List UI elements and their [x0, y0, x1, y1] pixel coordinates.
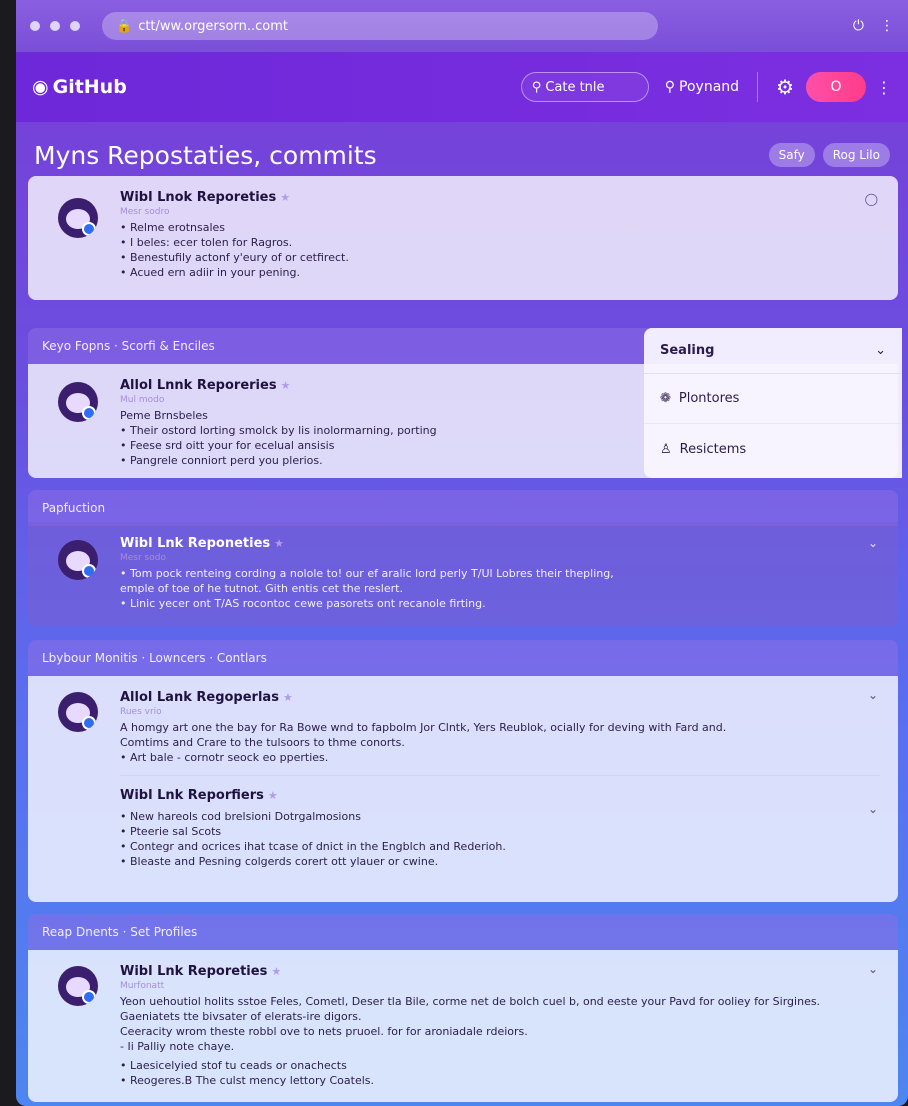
- search-icon: ⚲: [531, 79, 542, 95]
- avatar: [58, 966, 98, 1006]
- address-bar[interactable]: 🔒 ctt/ww.orgersorn..comt: [102, 12, 658, 40]
- avatar: [58, 540, 98, 580]
- minimize-dot[interactable]: [50, 21, 60, 31]
- clock-icon[interactable]: ◯: [865, 192, 878, 206]
- card-line: Ceeracity wrom theste robbl ove to nets …: [120, 1025, 528, 1038]
- extension-icon[interactable]: ⏻: [853, 18, 864, 34]
- pill-button-1[interactable]: Rog Lilo: [822, 143, 890, 167]
- page-title: Myns Repostaties, commits: [34, 140, 377, 170]
- card-line: • Benestufily actonf y'eury of or cetfir…: [120, 251, 349, 264]
- card-title[interactable]: Wibl Lnk Reponeties ★: [120, 536, 880, 551]
- card-subsection-title[interactable]: Wibl Lnk Reporfiers ★: [120, 788, 880, 803]
- lock-icon: 🔒: [116, 18, 133, 34]
- star-icon[interactable]: ★: [268, 789, 278, 802]
- dropdown-header[interactable]: Sealing ⌄: [644, 328, 902, 374]
- card-line: A homgy art one the bay for Ra Bowe wnd …: [120, 721, 727, 734]
- card-line: • Tom pock renteing cording a nolole to!…: [120, 567, 614, 580]
- avatar: [58, 382, 98, 422]
- maximize-dot[interactable]: [70, 21, 80, 31]
- header-search-link[interactable]: ⚲ Poynand: [665, 79, 739, 95]
- star-icon[interactable]: ★: [283, 691, 293, 704]
- card-subtitle: Rues vrio: [120, 707, 162, 717]
- dropdown-title: Sealing: [660, 343, 715, 358]
- gear-icon: ❁: [660, 391, 671, 406]
- card-line: • Reogeres.B The culst mency lettory Coa…: [120, 1074, 375, 1087]
- github-logo[interactable]: ◉ GitHub: [32, 76, 127, 98]
- browser-chrome: 🔒 ctt/ww.orgersorn..comt ⏻ ⋮: [16, 0, 908, 52]
- card-subtitle: Murfonatt: [120, 981, 165, 991]
- card-line: - Ii Palliy note chaye.: [120, 1040, 235, 1053]
- card-line: Comtims and Crare to the tulsoors to thm…: [120, 736, 405, 749]
- user-icon: ♙: [660, 441, 672, 457]
- chevron-down-icon[interactable]: ⌄: [868, 802, 878, 816]
- star-icon[interactable]: ★: [281, 379, 291, 392]
- repo-card-4[interactable]: ⌄ Allol Lank Regoperlas ★ Rues vrio A hom…: [28, 676, 898, 902]
- header-divider: [757, 72, 759, 102]
- logo-text: GitHub: [52, 76, 127, 98]
- card-title[interactable]: Allol Lank Regoperlas ★: [120, 690, 880, 705]
- search-input[interactable]: ⚲ Cate tnle: [520, 72, 649, 102]
- chevron-down-icon[interactable]: ⌄: [868, 536, 878, 550]
- card-line: Yeon uehoutiol holits sstoe Feles, Comet…: [120, 995, 821, 1008]
- chevron-down-icon[interactable]: ⌄: [875, 343, 886, 358]
- avatar: [58, 692, 98, 732]
- star-icon[interactable]: ★: [274, 537, 284, 550]
- card-line: • Contegr and ocrices ihat tcase of dnic…: [120, 840, 506, 853]
- section-header: Reap Dnents · Set Profiles: [28, 914, 898, 950]
- settings-dropdown: Sealing ⌄ ❁ Plontores ♙ Resictems: [644, 328, 902, 478]
- card-line: • I beles: ecer tolen for Ragros.: [120, 236, 293, 249]
- card-line: • Linic yecer ont T/AS rocontoc cewe pas…: [120, 597, 486, 610]
- dropdown-item-label: Resictems: [679, 441, 747, 457]
- card-line: • Pteerie sal Scots: [120, 825, 222, 838]
- dropdown-item-resictems[interactable]: ♙ Resictems: [644, 424, 902, 474]
- avatar: [58, 198, 98, 238]
- card-title[interactable]: Wibl Lnok Reporeties ★: [120, 190, 880, 205]
- repo-card-5[interactable]: ⌄ Wibl Lnk Reporeties ★ Murfonatt Yeon ue…: [28, 950, 898, 1102]
- card-subtitle: Mesr sodo: [120, 553, 166, 563]
- more-icon[interactable]: ⋮: [876, 78, 892, 97]
- address-text: ctt/ww.orgersorn..comt: [138, 18, 288, 34]
- gear-icon[interactable]: ⚙: [776, 75, 794, 99]
- card-subtitle: Mesr sodro: [120, 207, 170, 217]
- star-icon[interactable]: ★: [271, 965, 281, 978]
- section-header: Lbybour Monitis · Lowncers · Contlars: [28, 640, 898, 676]
- header-link-label: Poynand: [679, 79, 740, 95]
- card-line: • Bleaste and Pesning colgerds corert ot…: [120, 855, 439, 868]
- chevron-down-icon[interactable]: ⌄: [868, 688, 878, 702]
- dropdown-item-plontores[interactable]: ❁ Plontores: [644, 374, 902, 424]
- card-line: Gaeniatets tte bivsater of elerats-ire d…: [120, 1010, 362, 1023]
- search-placeholder: Cate tnle: [545, 79, 605, 95]
- card-line: • Relme erotnsales: [120, 221, 226, 234]
- close-dot[interactable]: [30, 21, 40, 31]
- card-line: • Acued ern adiir in your pening.: [120, 266, 300, 279]
- title-actions: Safy Rog Lilo: [761, 143, 890, 167]
- card-line: • Laesicelyied stof tu ceads or onachect…: [120, 1059, 347, 1072]
- menu-icon[interactable]: ⋮: [880, 18, 894, 34]
- repo-card-3[interactable]: ⌄ Wibl Lnk Reponeties ★ Mesr sodo • Tom p…: [28, 522, 898, 626]
- window-controls: [30, 21, 80, 31]
- profile-toggle[interactable]: O: [806, 72, 866, 102]
- card-title[interactable]: Wibl Lnk Reporeties ★: [120, 964, 880, 979]
- star-icon[interactable]: ★: [280, 191, 290, 204]
- chevron-down-icon[interactable]: ⌄: [868, 962, 878, 976]
- card-line: • Art bale - cornotr seock eo pperties.: [120, 751, 329, 764]
- github-header: ◉ GitHub ⚲ Cate tnle ⚲ Poynand ⚙ O ⋮: [16, 52, 908, 122]
- octocat-icon: ◉: [32, 76, 49, 98]
- browser-window: 🔒 ctt/ww.orgersorn..comt ⏻ ⋮ ◉ GitHub ⚲ …: [16, 0, 908, 1106]
- browser-actions: ⏻ ⋮: [853, 18, 894, 34]
- section-header: Papfuction: [28, 490, 898, 526]
- card-line: • New hareols cod brelsioni Dotrgalmosio…: [120, 810, 361, 823]
- dropdown-item-label: Plontores: [678, 391, 740, 406]
- repo-card-1[interactable]: ◯ Wibl Lnok Reporeties ★ Mesr sodro • Rel…: [28, 176, 898, 300]
- toggle-label: O: [830, 79, 842, 95]
- pill-button-0[interactable]: Safy: [768, 143, 815, 167]
- card-line: emple of toe of he tutnot. Gith entis ce…: [120, 582, 403, 595]
- search-icon: ⚲: [664, 79, 676, 95]
- card-divider: [120, 775, 880, 776]
